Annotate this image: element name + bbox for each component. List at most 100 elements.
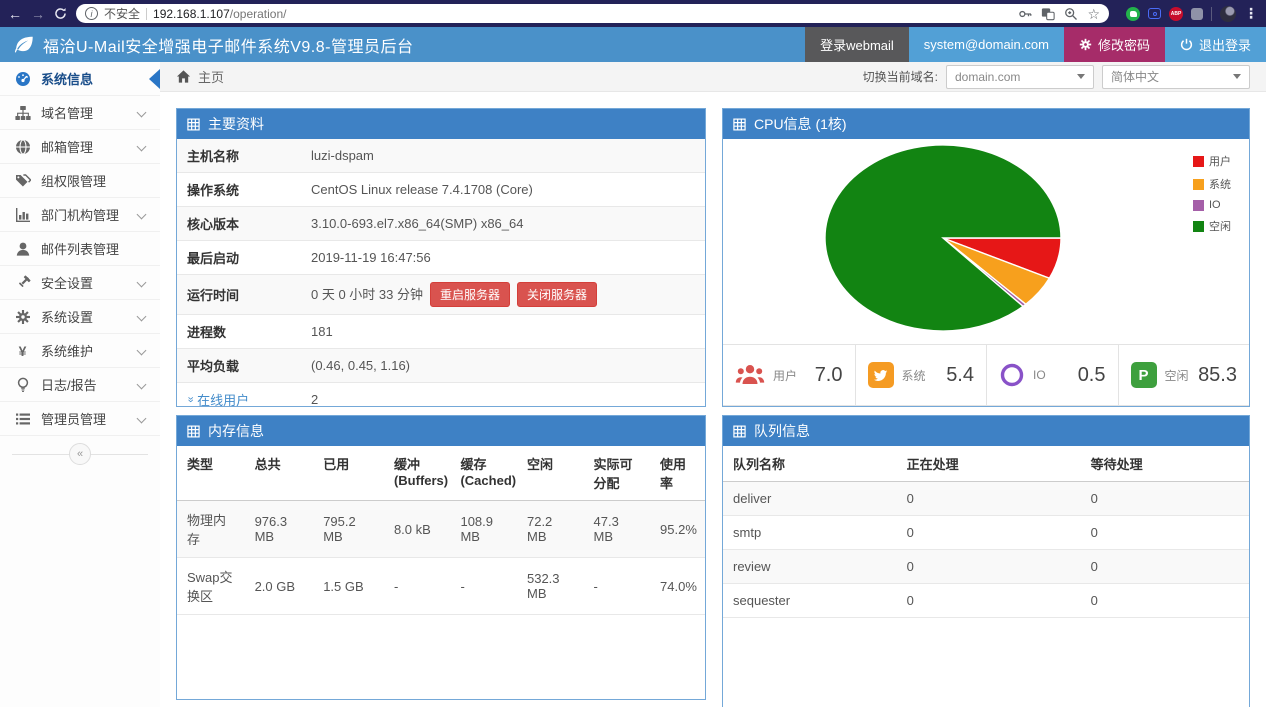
stat-label: 用户	[773, 367, 797, 384]
domain-select[interactable]: domain.com	[946, 65, 1094, 89]
sidebar-item-group-permission[interactable]: 组权限管理	[0, 164, 160, 198]
sidebar-collapse-button[interactable]: «	[69, 443, 91, 465]
row-label: 最后启动	[177, 241, 301, 275]
pinterest-icon: P	[1131, 362, 1157, 388]
login-webmail-button[interactable]: 登录webmail	[805, 27, 909, 62]
breadcrumb: 主页 切换当前域名: domain.com 简体中文	[160, 62, 1266, 92]
cpu-stat-idle: P 空闲 85.3	[1118, 345, 1250, 405]
app-title: 福洽U-Mail安全增强电子邮件系统V9.8-管理员后台	[43, 33, 413, 57]
panel-header: 内存信息	[177, 416, 705, 446]
browser-profile-avatar[interactable]	[1220, 6, 1236, 22]
column-header: 实际可分配	[584, 446, 651, 501]
stat-value: 7.0	[815, 364, 843, 387]
chevron-down-icon	[137, 380, 147, 390]
sidebar: 系统信息 域名管理 邮箱管理 组权限管理 部门机构管理	[0, 62, 160, 707]
twitter-icon	[868, 362, 894, 388]
translate-icon[interactable]	[1041, 7, 1055, 21]
table-row: smtp00	[723, 516, 1249, 550]
cell: 976.3 MB	[245, 501, 314, 558]
legend-swatch	[1193, 179, 1204, 190]
cpu-stat-io: IO 0.5	[986, 345, 1118, 405]
column-header: 使用率	[650, 446, 705, 501]
panel-header: CPU信息 (1核)	[723, 109, 1249, 139]
stat-value: 5.4	[946, 364, 974, 387]
cpu-stat-system: 系统 5.4	[855, 345, 987, 405]
page-info-icon[interactable]: i	[85, 7, 98, 20]
sidebar-item-maillist-mgmt[interactable]: 邮件列表管理	[0, 232, 160, 266]
change-password-label: 修改密码	[1098, 35, 1150, 54]
password-key-icon[interactable]	[1018, 7, 1032, 21]
row-value: 3.10.0-693.el7.x86_64(SMP) x86_64	[301, 207, 705, 241]
table-row: Swap交换区 2.0 GB 1.5 GB - - 532.3 MB - 74.…	[177, 558, 705, 615]
sidebar-item-system-settings[interactable]: 系统设置	[0, 300, 160, 334]
cell: -	[450, 558, 517, 615]
sidebar-item-label: 系统设置	[41, 307, 93, 326]
brand: 福洽U-Mail安全增强电子邮件系统V9.8-管理员后台	[0, 27, 413, 62]
back-button[interactable]: ←	[8, 7, 22, 21]
cell: 95.2%	[650, 501, 705, 558]
cell: 0	[1081, 516, 1249, 550]
content: 主页 切换当前域名: domain.com 简体中文 主要资料 主	[160, 62, 1266, 707]
sidebar-item-system-maintenance[interactable]: ¥ 系统维护	[0, 334, 160, 368]
sidebar-item-mailbox-mgmt[interactable]: 邮箱管理	[0, 130, 160, 164]
extension-icon[interactable]	[1191, 8, 1203, 20]
address-bar[interactable]: i 不安全 192.168.1.107/operation/ ☆	[76, 4, 1109, 23]
evernote-extension-icon[interactable]	[1126, 7, 1140, 21]
online-users-label: 在线用户	[197, 390, 249, 407]
row-value: 181	[301, 315, 705, 349]
shutdown-server-button[interactable]: 关闭服务器	[517, 282, 597, 307]
sidebar-item-system-info[interactable]: 系统信息	[0, 62, 160, 96]
panel-header: 主要资料	[177, 109, 705, 139]
sidebar-item-admin-mgmt[interactable]: 管理员管理	[0, 402, 160, 436]
sidebar-item-domain-mgmt[interactable]: 域名管理	[0, 96, 160, 130]
cell: -	[584, 558, 651, 615]
sidebar-item-logs-reports[interactable]: 日志/报告	[0, 368, 160, 402]
change-password-button[interactable]: 修改密码	[1064, 27, 1165, 62]
logout-label: 退出登录	[1199, 35, 1251, 54]
sidebar-item-security-settings[interactable]: 安全设置	[0, 266, 160, 300]
bookmark-star-icon[interactable]: ☆	[1087, 7, 1100, 21]
cell: review	[723, 550, 897, 584]
legend-item: 系统	[1193, 176, 1231, 192]
sidebar-item-label: 日志/报告	[41, 375, 97, 394]
home-icon	[176, 69, 191, 84]
breadcrumb-home-link[interactable]: 主页	[198, 67, 224, 86]
main-info-table: 主机名称luzi-dspam 操作系统CentOS Linux release …	[177, 139, 705, 407]
row-value: luzi-dspam	[301, 139, 705, 173]
forward-button[interactable]: →	[31, 7, 45, 21]
bar-chart-icon	[14, 207, 31, 223]
sidebar-item-label: 邮件列表管理	[41, 239, 119, 258]
panel-title: 主要资料	[208, 114, 264, 134]
switch-domain-label: 切换当前域名:	[863, 68, 938, 85]
row-label: 操作系统	[177, 173, 301, 207]
table-icon	[187, 118, 200, 131]
browser-menu-icon[interactable]: ⋮	[1244, 5, 1258, 22]
row-value: (0.46, 0.45, 1.16)	[301, 349, 705, 383]
account-button[interactable]: system@domain.com	[909, 27, 1064, 62]
panel-memory-info: 内存信息 类型 总共 已用 缓冲 (Buffers) 缓存 (Cached) 空…	[176, 415, 706, 700]
sidebar-item-label: 域名管理	[41, 103, 93, 122]
restart-server-button[interactable]: 重启服务器	[430, 282, 510, 307]
reload-button[interactable]	[54, 7, 67, 20]
zoom-icon[interactable]	[1064, 7, 1078, 21]
domain-select-value: domain.com	[955, 70, 1020, 84]
table-row: 核心版本3.10.0-693.el7.x86_64(SMP) x86_64	[177, 207, 705, 241]
sidebar-item-department-mgmt[interactable]: 部门机构管理	[0, 198, 160, 232]
logout-button[interactable]: 退出登录	[1165, 27, 1266, 62]
tags-icon	[14, 173, 31, 189]
language-select[interactable]: 简体中文	[1102, 65, 1250, 89]
table-icon	[187, 425, 200, 438]
panel-title: 内存信息	[208, 421, 264, 441]
cell: sequester	[723, 584, 897, 618]
camera-extension-icon[interactable]	[1148, 8, 1161, 19]
chevron-down-icon	[137, 108, 147, 118]
queue-table: 队列名称 正在处理 等待处理 deliver00 smtp00 review00…	[723, 446, 1249, 618]
row-value: 2	[301, 383, 705, 408]
row-value: 0 天 0 小时 33 分钟重启服务器关闭服务器	[301, 275, 705, 315]
cpu-stat-user: 用户 7.0	[723, 345, 855, 405]
column-header: 等待处理	[1081, 446, 1249, 482]
table-row: 运行时间 0 天 0 小时 33 分钟重启服务器关闭服务器	[177, 275, 705, 315]
adblock-extension-icon[interactable]: ABP	[1169, 7, 1183, 21]
online-users-link[interactable]: »在线用户	[187, 390, 249, 407]
table-row: 进程数181	[177, 315, 705, 349]
